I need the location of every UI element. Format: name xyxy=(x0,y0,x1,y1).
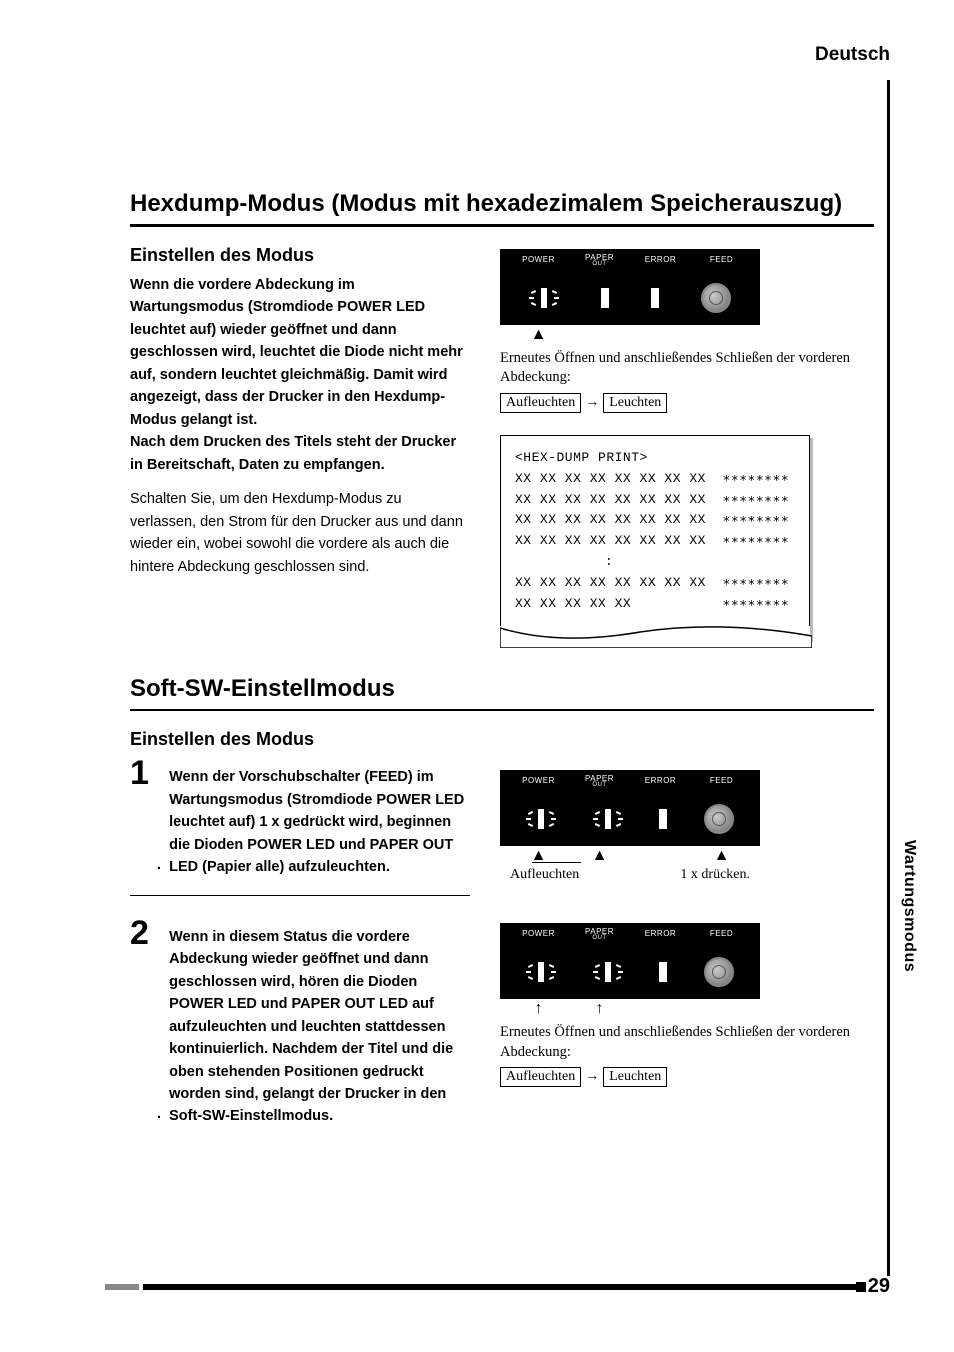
para-hexdump-1: Wenn die vordere Abdeckung im Wartungsmo… xyxy=(130,274,470,431)
para-hexdump-1b: Nach dem Drucken des Titels steht der Dr… xyxy=(130,431,470,476)
printout-row: XX XX XX XX XX XX XX XX xyxy=(515,471,706,486)
side-rule xyxy=(887,80,890,1276)
arrow-up-icon: ▲ xyxy=(691,848,752,864)
label-power: POWER xyxy=(508,255,569,267)
printout-row: XX XX XX XX XX XX XX XX xyxy=(515,575,706,590)
hexdump-printout: <HEX-DUMP PRINT> XX XX XX XX XX XX XX XX… xyxy=(500,435,810,639)
label-error: ERROR xyxy=(630,929,691,941)
state-from-3: Aufleuchten xyxy=(500,1067,581,1087)
fig3-states: Aufleuchten → Leuchten xyxy=(500,1067,874,1087)
printout-ellipsis: : xyxy=(515,552,795,573)
fig2-hint-right: 1 x drücken. xyxy=(680,867,750,883)
feed-button-icon xyxy=(701,283,731,313)
feed-button-icon xyxy=(704,957,734,987)
printout-title: <HEX-DUMP PRINT> xyxy=(515,448,795,469)
label-out: OUT xyxy=(592,936,606,941)
label-power: POWER xyxy=(508,776,569,788)
label-power: POWER xyxy=(508,929,569,941)
fig1-caption: Erneutes Öffnen und anschließendes Schli… xyxy=(500,349,874,388)
step-2: 2 . Wenn in diesem Status die vordere Ab… xyxy=(130,918,470,1144)
printout-row: XX XX XX XX XX XX XX XX xyxy=(515,533,706,548)
label-error: ERROR xyxy=(630,255,691,267)
error-led-off-icon xyxy=(659,809,667,829)
label-error: ERROR xyxy=(630,776,691,788)
subhead-einstellen-1: Einstellen des Modus xyxy=(130,245,470,266)
footer-bar xyxy=(105,1284,865,1290)
state-to-3: Leuchten xyxy=(603,1067,667,1087)
power-led-flashing-icon xyxy=(529,283,559,313)
state-to-1: Leuchten xyxy=(603,393,667,413)
section-title-softsw: Soft-SW-Einstellmodus xyxy=(130,675,874,711)
arrow-right-icon: → xyxy=(585,395,599,410)
arrow-up-icon: ↑ xyxy=(569,1001,630,1017)
error-led-off-icon xyxy=(651,288,659,308)
step-1: 1 . Wenn der Vorschubschalter (FEED) im … xyxy=(130,758,470,895)
section-title-hexdump: Hexdump-Modus (Modus mit hexadezimalem S… xyxy=(130,190,874,227)
paper-led-flashing-icon xyxy=(593,804,623,834)
power-led-flashing-icon xyxy=(526,957,556,987)
arrow-up-icon: ▲ xyxy=(508,327,569,343)
printout-stars: ∗∗∗∗∗∗∗∗ xyxy=(723,575,790,590)
header-language: Deutsch xyxy=(815,44,890,66)
para-hexdump-2: Schalten Sie, um den Hexdump-Modus zu ve… xyxy=(130,488,470,578)
footer-square-icon xyxy=(856,1282,866,1292)
printout-stars: ∗∗∗∗∗∗∗∗ xyxy=(723,533,790,548)
printout-stars: ∗∗∗∗∗∗∗∗ xyxy=(723,471,790,486)
arrow-up-icon: ↑ xyxy=(508,1001,569,1017)
led-panel-1: POWER PAPEROUT ERROR FEED ▲ Erneutes Öff… xyxy=(500,249,874,413)
step-2-text: Wenn in diesem Status die vordere Abdeck… xyxy=(169,918,470,1128)
page-content: Hexdump-Modus (Modus mit hexadezimalem S… xyxy=(130,190,874,1166)
label-feed: FEED xyxy=(691,929,752,941)
printout-row: XX XX XX XX XX XX XX XX xyxy=(515,512,706,527)
feed-button-icon xyxy=(704,804,734,834)
subhead-einstellen-2: Einstellen des Modus xyxy=(130,729,874,750)
fig3-caption: Erneutes Öffnen und anschließendes Schli… xyxy=(500,1023,874,1062)
arrow-right-icon: → xyxy=(585,1069,599,1084)
paper-tear-icon xyxy=(500,626,810,646)
power-led-flashing-icon xyxy=(526,804,556,834)
fig1-states: Aufleuchten → Leuchten xyxy=(500,393,874,413)
page-number: 29 xyxy=(868,1275,890,1298)
step-1-number: 1 xyxy=(130,758,149,789)
printout-stars: ∗∗∗∗∗∗∗∗ xyxy=(723,512,790,527)
side-tab-label: Wartungsmodus xyxy=(900,840,918,972)
led-panel-3: POWER PAPEROUT ERROR FEED ↑↑ Erneutes Öf… xyxy=(500,923,874,1087)
label-out: OUT xyxy=(592,783,606,788)
printout-row: XX XX XX XX XX XX XX XX xyxy=(515,492,706,507)
error-led-off-icon xyxy=(659,962,667,982)
step-1-text: Wenn der Vorschubschalter (FEED) im Wart… xyxy=(169,758,470,878)
led-panel-2: POWER PAPEROUT ERROR FEED ▲▲▲ Aufl xyxy=(500,770,874,883)
printout-stars: ∗∗∗∗∗∗∗∗ xyxy=(723,492,790,507)
label-out: OUT xyxy=(592,262,606,267)
step-2-number: 2 xyxy=(130,918,149,949)
printout-stars: ∗∗∗∗∗∗∗∗ xyxy=(723,596,790,611)
printout-last-hex: XX XX XX XX XX xyxy=(515,596,631,611)
label-feed: FEED xyxy=(691,255,752,267)
paper-led-off-icon xyxy=(601,288,609,308)
label-feed: FEED xyxy=(691,776,752,788)
fig2-hint-left: Aufleuchten xyxy=(510,867,579,883)
paper-led-flashing-icon xyxy=(593,957,623,987)
state-from-1: Aufleuchten xyxy=(500,393,581,413)
